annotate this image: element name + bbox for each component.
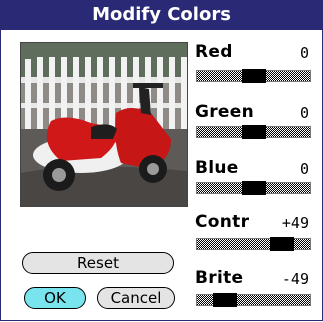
blue-label: Blue bbox=[195, 158, 239, 178]
blue-value: 0 bbox=[299, 160, 309, 178]
red-slider[interactable] bbox=[196, 69, 311, 83]
ok-button[interactable]: OK bbox=[24, 287, 86, 309]
red-slider-thumb[interactable] bbox=[242, 69, 266, 83]
brightness-value: -49 bbox=[281, 270, 309, 288]
brightness-slider-thumb[interactable] bbox=[213, 293, 237, 307]
contrast-label: Contr bbox=[195, 212, 250, 232]
red-value: 0 bbox=[299, 44, 309, 62]
brightness-label: Brite bbox=[195, 268, 244, 288]
green-slider-thumb[interactable] bbox=[242, 125, 266, 139]
blue-slider-thumb[interactable] bbox=[242, 181, 266, 195]
green-value: 0 bbox=[299, 104, 309, 122]
dialog-title: Modify Colors bbox=[0, 0, 323, 30]
green-slider[interactable] bbox=[196, 125, 311, 139]
contrast-value: +49 bbox=[281, 214, 309, 232]
photo-preview bbox=[20, 42, 188, 207]
cancel-button[interactable]: Cancel bbox=[97, 287, 175, 309]
reset-button[interactable]: Reset bbox=[22, 252, 174, 274]
reset-button-label: Reset bbox=[77, 254, 119, 272]
brightness-slider[interactable] bbox=[196, 293, 311, 307]
red-label: Red bbox=[195, 42, 233, 62]
ok-button-label: OK bbox=[44, 289, 66, 307]
contrast-slider-thumb[interactable] bbox=[270, 237, 294, 251]
cancel-button-label: Cancel bbox=[110, 289, 162, 307]
contrast-slider[interactable] bbox=[196, 237, 311, 251]
green-label: Green bbox=[195, 102, 254, 122]
blue-slider[interactable] bbox=[196, 181, 311, 195]
